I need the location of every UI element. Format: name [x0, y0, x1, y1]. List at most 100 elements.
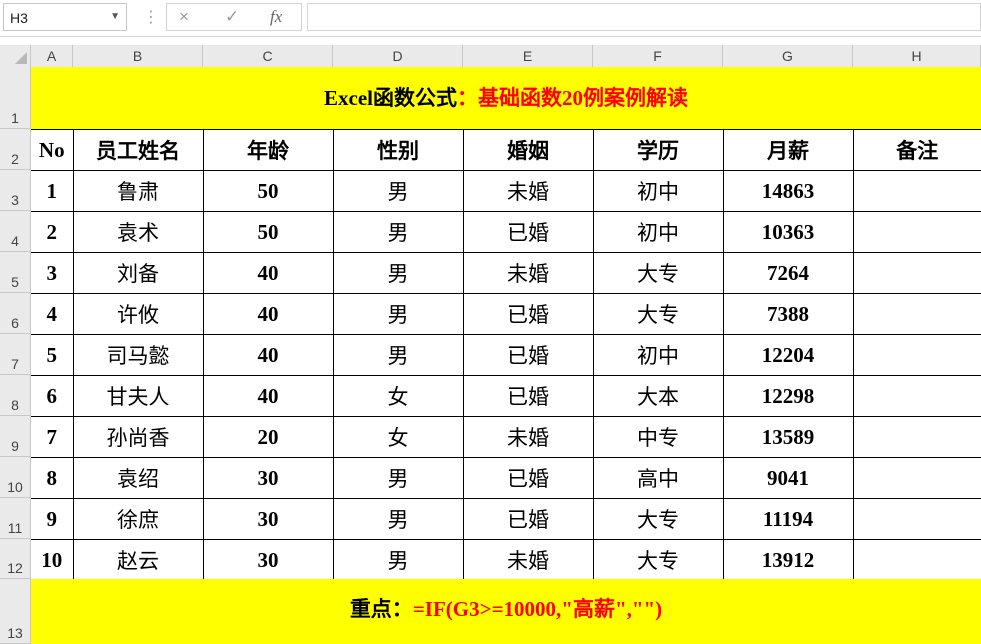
- column-header-c[interactable]: C: [203, 45, 333, 67]
- table-cell[interactable]: 中专: [592, 416, 724, 458]
- table-cell[interactable]: 50: [202, 211, 334, 253]
- table-cell[interactable]: 袁绍: [72, 457, 204, 499]
- formula-input[interactable]: [307, 3, 981, 31]
- table-cell[interactable]: 初中: [592, 170, 724, 212]
- table-cell[interactable]: 40: [202, 375, 334, 417]
- column-header-g[interactable]: G: [723, 45, 853, 67]
- table-cell[interactable]: [852, 211, 981, 253]
- cancel-icon[interactable]: ×: [179, 7, 189, 27]
- table-cell[interactable]: 大本: [592, 375, 724, 417]
- table-cell[interactable]: 2: [31, 211, 74, 253]
- table-cell[interactable]: [852, 539, 981, 581]
- table-cell[interactable]: 已婚: [462, 457, 594, 499]
- table-cell[interactable]: 许攸: [72, 293, 204, 335]
- header-cell[interactable]: No: [31, 129, 74, 171]
- header-cell[interactable]: 学历: [592, 129, 724, 171]
- row-header-12[interactable]: 12: [0, 539, 31, 579]
- table-cell[interactable]: 8: [31, 457, 74, 499]
- table-cell[interactable]: [852, 416, 981, 458]
- chevron-down-icon[interactable]: ▼: [110, 11, 120, 22]
- table-cell[interactable]: 刘备: [72, 252, 204, 294]
- table-cell[interactable]: 男: [332, 539, 464, 581]
- table-cell[interactable]: [852, 293, 981, 335]
- row-header-3[interactable]: 3: [0, 170, 31, 211]
- table-cell[interactable]: [852, 252, 981, 294]
- table-cell[interactable]: 20: [202, 416, 334, 458]
- column-header-a[interactable]: A: [31, 45, 73, 67]
- table-cell[interactable]: 男: [332, 498, 464, 540]
- table-cell[interactable]: 10: [31, 539, 74, 581]
- table-cell[interactable]: 已婚: [462, 293, 594, 335]
- header-cell[interactable]: 年龄: [202, 129, 334, 171]
- table-cell[interactable]: 30: [202, 539, 334, 581]
- row-header-2[interactable]: 2: [0, 129, 31, 170]
- table-cell[interactable]: 6: [31, 375, 74, 417]
- table-cell[interactable]: 3: [31, 252, 74, 294]
- table-cell[interactable]: 男: [332, 211, 464, 253]
- header-cell[interactable]: 性别: [332, 129, 464, 171]
- table-cell[interactable]: 男: [332, 170, 464, 212]
- enter-icon[interactable]: ✓: [225, 7, 239, 27]
- table-cell[interactable]: 女: [332, 375, 464, 417]
- table-cell[interactable]: 30: [202, 457, 334, 499]
- table-cell[interactable]: 7388: [722, 293, 854, 335]
- column-header-h[interactable]: H: [853, 45, 981, 67]
- row-header-13[interactable]: 13: [0, 579, 31, 644]
- table-cell[interactable]: 12298: [722, 375, 854, 417]
- table-cell[interactable]: [852, 375, 981, 417]
- table-cell[interactable]: 5: [31, 334, 74, 376]
- table-cell[interactable]: 袁术: [72, 211, 204, 253]
- header-cell[interactable]: 婚姻: [462, 129, 594, 171]
- table-cell[interactable]: 徐庶: [72, 498, 204, 540]
- table-cell[interactable]: 9: [31, 498, 74, 540]
- table-cell[interactable]: 女: [332, 416, 464, 458]
- table-cell[interactable]: 孙尚香: [72, 416, 204, 458]
- table-cell[interactable]: 已婚: [462, 375, 594, 417]
- column-header-e[interactable]: E: [463, 45, 593, 67]
- table-cell[interactable]: 7264: [722, 252, 854, 294]
- table-cell[interactable]: 初中: [592, 334, 724, 376]
- table-cell[interactable]: 已婚: [462, 211, 594, 253]
- table-cell[interactable]: 12204: [722, 334, 854, 376]
- table-cell[interactable]: [852, 170, 981, 212]
- table-cell[interactable]: 未婚: [462, 252, 594, 294]
- table-cell[interactable]: 50: [202, 170, 334, 212]
- table-cell[interactable]: 男: [332, 457, 464, 499]
- table-cell[interactable]: 高中: [592, 457, 724, 499]
- table-cell[interactable]: 甘夫人: [72, 375, 204, 417]
- table-cell[interactable]: 40: [202, 252, 334, 294]
- table-cell[interactable]: 10363: [722, 211, 854, 253]
- table-cell[interactable]: 男: [332, 252, 464, 294]
- table-cell[interactable]: 13589: [722, 416, 854, 458]
- row-header-9[interactable]: 9: [0, 416, 31, 457]
- table-cell[interactable]: 大专: [592, 539, 724, 581]
- row-header-8[interactable]: 8: [0, 375, 31, 416]
- table-cell[interactable]: [852, 334, 981, 376]
- row-header-11[interactable]: 11: [0, 498, 31, 539]
- table-cell[interactable]: 男: [332, 293, 464, 335]
- table-cell[interactable]: 未婚: [462, 416, 594, 458]
- column-header-d[interactable]: D: [333, 45, 463, 67]
- header-cell[interactable]: 月薪: [722, 129, 854, 171]
- table-cell[interactable]: 赵云: [72, 539, 204, 581]
- table-cell[interactable]: [852, 457, 981, 499]
- header-cell[interactable]: 员工姓名: [72, 129, 204, 171]
- table-cell[interactable]: 大专: [592, 293, 724, 335]
- key-point-cell[interactable]: 重点：=IF(G3>=10000,"高薪",""): [31, 579, 981, 644]
- header-cell[interactable]: 备注: [852, 129, 981, 171]
- table-cell[interactable]: 14863: [722, 170, 854, 212]
- row-header-6[interactable]: 6: [0, 293, 31, 334]
- table-cell[interactable]: 13912: [722, 539, 854, 581]
- table-cell[interactable]: 鲁肃: [72, 170, 204, 212]
- table-cell[interactable]: 30: [202, 498, 334, 540]
- table-cell[interactable]: 4: [31, 293, 74, 335]
- table-cell[interactable]: 40: [202, 334, 334, 376]
- table-cell[interactable]: 7: [31, 416, 74, 458]
- table-cell[interactable]: 已婚: [462, 498, 594, 540]
- table-cell[interactable]: 男: [332, 334, 464, 376]
- row-header-4[interactable]: 4: [0, 211, 31, 252]
- drag-handle-icon[interactable]: ⋮: [143, 7, 159, 27]
- table-cell[interactable]: 已婚: [462, 334, 594, 376]
- table-cell[interactable]: 初中: [592, 211, 724, 253]
- table-cell[interactable]: 1: [31, 170, 74, 212]
